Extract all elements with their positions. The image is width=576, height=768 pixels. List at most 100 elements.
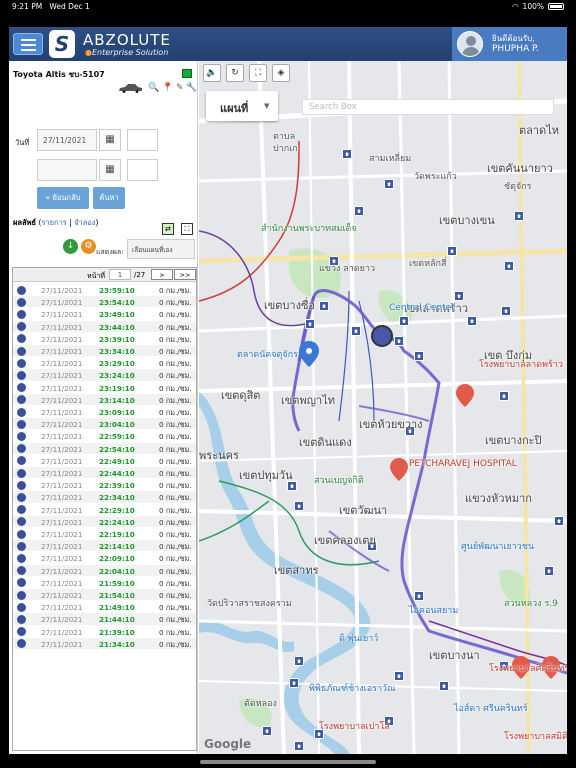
poi-home-icon[interactable] <box>319 301 329 311</box>
table-row[interactable]: 27/11/2021 21:44:10 0 กม./ชม. <box>13 613 196 626</box>
speaker-icon[interactable]: 🔈 <box>203 64 221 82</box>
expand-icon[interactable]: ⛶ <box>249 64 267 82</box>
table-row[interactable]: 27/11/2021 21:49:10 0 กม./ชม. <box>13 601 196 614</box>
date-from-field[interactable]: 27/11/2021 <box>37 129 97 151</box>
table-row[interactable]: 27/11/2021 22:44:10 0 กม./ชม. <box>13 467 196 480</box>
poi-home-icon[interactable] <box>294 741 304 751</box>
poi-home-icon[interactable] <box>399 316 409 326</box>
edit-icon[interactable]: ✎ <box>176 83 184 93</box>
layers-icon[interactable]: ◈ <box>272 64 290 82</box>
search-button[interactable]: ค้นหา <box>93 187 125 209</box>
vehicle-position-marker[interactable] <box>371 325 393 347</box>
poi-home-icon[interactable] <box>501 306 511 316</box>
position-dot-icon <box>17 431 26 441</box>
map-search-input[interactable]: Search Box <box>302 99 554 115</box>
search-icon[interactable]: 🔍 <box>148 83 159 93</box>
poi-home-icon[interactable] <box>504 261 514 271</box>
table-row[interactable]: 27/11/2021 22:09:10 0 กม./ชม. <box>13 552 196 565</box>
table-row[interactable]: 27/11/2021 21:39:10 0 กม./ชม. <box>13 625 196 638</box>
poi-home-icon[interactable] <box>439 681 449 691</box>
poi-home-icon[interactable] <box>289 678 299 688</box>
map-type-select[interactable]: แผนที่ ▼ <box>206 91 278 121</box>
table-row[interactable]: 27/11/2021 21:34:10 0 กม./ชม. <box>13 637 196 650</box>
table-row[interactable]: 27/11/2021 22:29:10 0 กม./ชม. <box>13 503 196 516</box>
wrench-icon[interactable]: 🔧 <box>186 83 197 93</box>
poi-home-icon[interactable] <box>467 316 477 326</box>
download-icon[interactable]: ↓ <box>63 239 78 254</box>
next-page-button[interactable]: > <box>151 269 173 280</box>
poi-home-icon[interactable] <box>384 179 394 189</box>
row-time: 23:09:10 <box>99 408 135 417</box>
table-row[interactable]: 27/11/2021 23:09:10 0 กม./ชม. <box>13 406 196 419</box>
table-row[interactable]: 27/11/2021 22:24:10 0 กม./ชม. <box>13 515 196 528</box>
table-row[interactable]: 27/11/2021 22:14:10 0 กม./ชม. <box>13 540 196 553</box>
poi-home-icon[interactable] <box>554 516 564 526</box>
poi-home-icon[interactable] <box>351 326 361 336</box>
table-row[interactable]: 27/11/2021 23:14:10 0 กม./ชม. <box>13 393 196 406</box>
poi-home-icon[interactable] <box>294 501 304 511</box>
table-row[interactable]: 27/11/2021 23:29:10 0 กม./ชม. <box>13 357 196 370</box>
map-view[interactable]: ตาบล ปากเก สามเหลี่ยม ตลาดไห วัดพระแก้ว … <box>199 61 567 754</box>
position-dot-icon <box>17 553 26 563</box>
pin-icon[interactable]: 📍 <box>162 83 173 93</box>
poi-home-icon[interactable] <box>394 671 404 681</box>
table-row[interactable]: 27/11/2021 22:49:10 0 กม./ชม. <box>13 454 196 467</box>
position-dot-icon <box>17 468 26 478</box>
fullscreen-icon[interactable]: ⛶ <box>181 223 193 235</box>
calendar-icon[interactable]: ▦ <box>99 159 121 181</box>
poi-home-icon[interactable] <box>514 211 524 221</box>
poi-home-icon[interactable] <box>262 726 272 736</box>
table-row[interactable]: 27/11/2021 23:59:10 0 กม./ชม. <box>13 284 196 297</box>
map-label: เขตวัฒนา <box>339 504 388 517</box>
poi-home-icon[interactable] <box>294 656 304 666</box>
page-input[interactable]: 1 <box>109 269 131 280</box>
poi-home-icon[interactable] <box>394 336 404 346</box>
time-from-field[interactable] <box>127 129 158 151</box>
poi-home-icon[interactable] <box>414 351 424 361</box>
map-label: เขตบางเขน <box>439 214 495 227</box>
table-row[interactable]: 27/11/2021 21:59:10 0 กม./ชม. <box>13 576 196 589</box>
back-button[interactable]: « ย้อนกลับ <box>37 187 89 209</box>
table-row[interactable]: 27/11/2021 22:54:10 0 กม./ชม. <box>13 442 196 455</box>
status-date: Wed Dec 1 <box>49 2 90 11</box>
table-row[interactable]: 27/11/2021 23:49:10 0 กม./ชม. <box>13 308 196 321</box>
row-time: 23:14:10 <box>99 395 135 405</box>
row-date: 27/11/2021 <box>41 359 83 369</box>
table-row[interactable]: 27/11/2021 23:39:10 0 กม./ชม. <box>13 332 196 345</box>
table-row[interactable]: 27/11/2021 23:34:10 0 กม./ชม. <box>13 345 196 358</box>
poi-home-icon[interactable] <box>544 566 554 576</box>
last-page-button[interactable]: >> <box>174 269 196 280</box>
table-row[interactable]: 27/11/2021 22:04:10 0 กม./ชม. <box>13 564 196 577</box>
map-follow-select[interactable]: เลือนแผนที่เอง <box>127 239 195 259</box>
table-row[interactable]: 27/11/2021 22:34:10 0 กม./ชม. <box>13 491 196 504</box>
position-dot-icon <box>17 419 26 429</box>
refresh-icon[interactable]: ↻ <box>226 64 244 82</box>
table-row[interactable]: 27/11/2021 23:04:10 0 กม./ชม. <box>13 418 196 431</box>
poi-home-icon[interactable] <box>354 206 364 216</box>
poi-home-icon[interactable] <box>342 149 352 159</box>
table-row[interactable]: 27/11/2021 23:24:10 0 กม./ชม. <box>13 369 196 382</box>
calendar-icon[interactable]: ▦ <box>99 129 121 151</box>
time-to-field[interactable] <box>127 159 158 181</box>
table-row[interactable]: 27/11/2021 23:54:10 0 กม./ชม. <box>13 296 196 309</box>
row-time: 22:39:10 <box>99 481 135 491</box>
list-link[interactable]: รายการ <box>41 218 66 227</box>
poi-home-icon[interactable] <box>305 319 315 329</box>
table-row[interactable]: 27/11/2021 22:39:10 0 กม./ชม. <box>13 479 196 492</box>
poi-home-icon[interactable] <box>499 391 509 401</box>
settings-icon[interactable]: ⚙ <box>81 239 96 254</box>
table-row[interactable]: 27/11/2021 23:19:10 0 กม./ชม. <box>13 381 196 394</box>
simulate-link[interactable]: จำลอง <box>74 218 95 227</box>
position-dot-icon <box>17 456 26 466</box>
refresh-icon[interactable]: ⇄ <box>161 223 174 235</box>
date-to-field[interactable] <box>37 159 97 181</box>
table-row[interactable]: 27/11/2021 21:54:10 0 กม./ชม. <box>13 589 196 602</box>
hamburger-menu-button[interactable] <box>13 33 43 55</box>
poi-home-icon[interactable] <box>414 591 424 601</box>
poi-home-icon[interactable] <box>447 246 457 256</box>
table-row[interactable]: 27/11/2021 22:59:10 0 กม./ชม. <box>13 430 196 443</box>
table-row[interactable]: 27/11/2021 22:19:10 0 กม./ชม. <box>13 528 196 541</box>
row-date: 27/11/2021 <box>41 408 83 417</box>
table-row[interactable]: 27/11/2021 23:44:10 0 กม./ชม. <box>13 320 196 333</box>
user-menu[interactable]: ยินดีต้อนรับ, PHUPHA P. <box>452 27 567 61</box>
